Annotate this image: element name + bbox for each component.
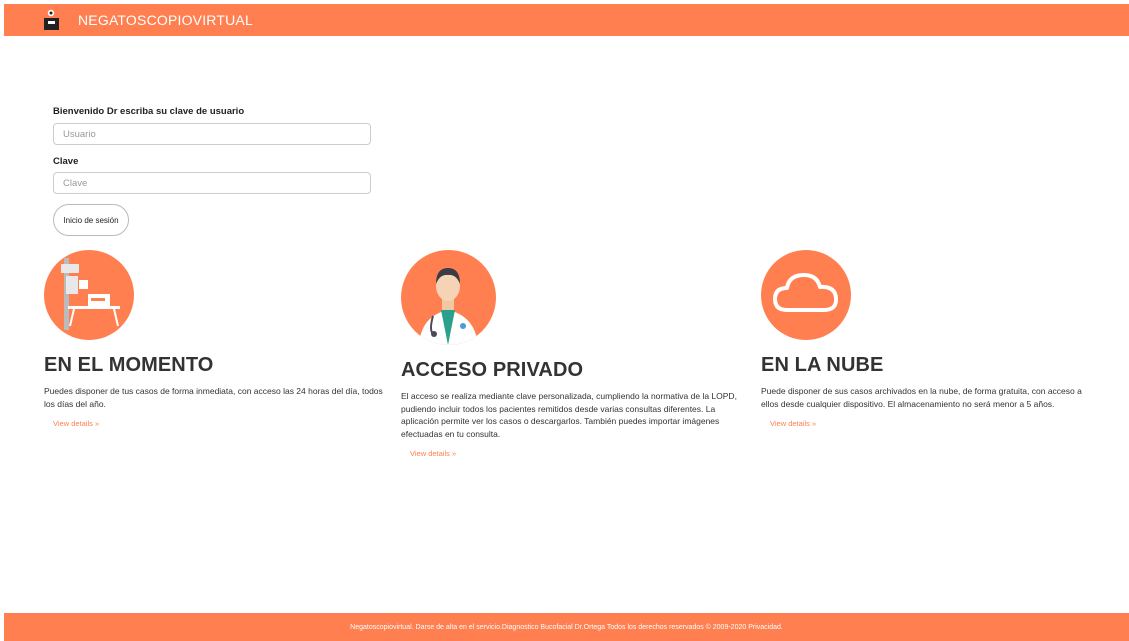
password-label: Clave (53, 156, 79, 167)
feature-icon-circle (44, 250, 134, 340)
view-details-link[interactable]: View details » (770, 419, 816, 428)
login-form: Bienvenido Dr escriba su clave de usuari… (53, 106, 371, 194)
feature-en-la-nube: EN LA NUBE Puede disponer de sus casos a… (761, 250, 1101, 431)
feature-title: ACCESO PRIVADO (401, 359, 584, 381)
feature-acceso-privado: ACCESO PRIVADO El acceso se realiza medi… (401, 250, 741, 461)
footer-text: Negatoscopiovirtual. Darse de alta en el… (350, 623, 783, 631)
feature-title: EN LA NUBE (761, 354, 884, 376)
login-button[interactable]: Inicio de sesión (53, 204, 129, 236)
password-input[interactable] (53, 172, 371, 194)
brand-logo-icon (44, 9, 59, 30)
feature-text: Puedes disponer de tus casos de forma in… (44, 386, 383, 409)
xray-machine-icon (61, 258, 120, 330)
navbar: NEGATOSCOPIOVIRTUAL (4, 4, 1129, 36)
welcome-label: Bienvenido Dr escriba su clave de usuari… (53, 106, 245, 117)
feature-en-el-momento: EN EL MOMENTO Puedes disponer de tus cas… (44, 250, 384, 431)
username-input[interactable] (53, 123, 371, 145)
feature-icon-circle (761, 250, 851, 340)
brand-link[interactable]: NEGATOSCOPIOVIRTUAL (40, 8, 253, 32)
doctor-icon (419, 268, 478, 345)
view-details-link[interactable]: View details » (410, 449, 456, 458)
feature-icon-circle (401, 250, 496, 345)
feature-title: EN EL MOMENTO (44, 354, 214, 376)
feature-text: Puede disponer de sus casos archivados e… (761, 386, 1082, 409)
footer: Negatoscopiovirtual. Darse de alta en el… (4, 613, 1129, 641)
view-details-link[interactable]: View details » (53, 419, 99, 428)
feature-text: El acceso se realiza mediante clave pers… (401, 391, 737, 439)
brand-name: NEGATOSCOPIOVIRTUAL (78, 12, 253, 28)
cloud-icon (773, 273, 839, 312)
